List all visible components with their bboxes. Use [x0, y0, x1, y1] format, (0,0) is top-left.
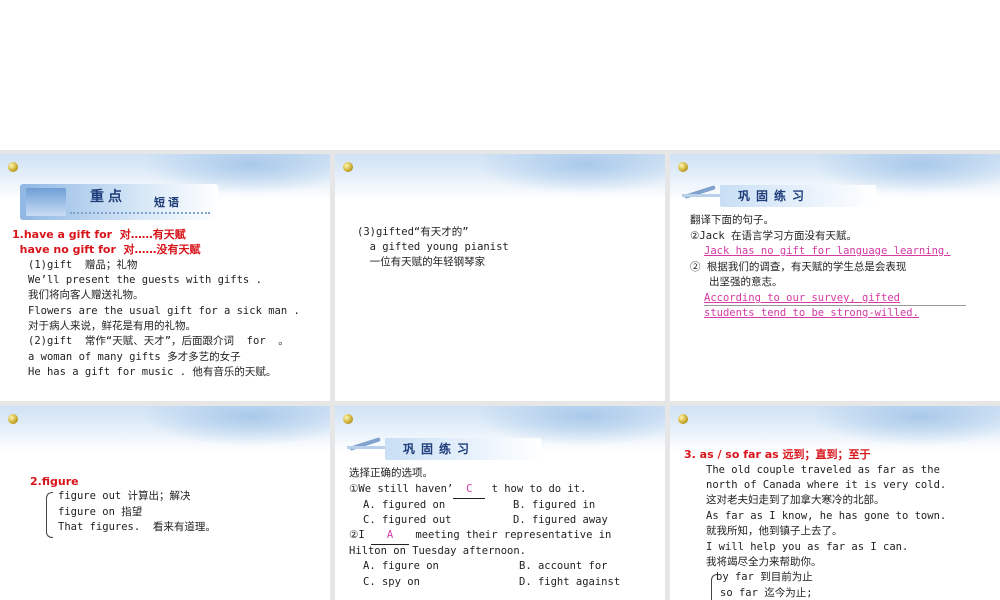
- pen-icon: [682, 184, 720, 200]
- option: A. figure on: [363, 560, 439, 572]
- body-line: north of Canada where it is very cold.: [706, 479, 947, 491]
- question-2-line-1: ② 根据我们的调查，有天赋的学生总是会表现: [690, 261, 907, 273]
- slide-1[interactable]: 重点 短语 1.have a gift for 对……有天赋 have no g…: [0, 154, 330, 401]
- body-line: 一位有天赋的年轻钢琴家: [357, 256, 486, 268]
- body-line: 就我所知，他到镇子上去了。: [706, 525, 843, 537]
- slide-2[interactable]: (3)gifted“有天才的” a gifted young pianist 一…: [335, 154, 665, 401]
- bullet-icon: [343, 162, 353, 172]
- practice-banner: 巩固练习: [385, 438, 541, 460]
- slide-6[interactable]: 3. as / so far as 远到；直到；至于 The old coupl…: [670, 406, 1000, 600]
- brace-item: so far 迄今为止;: [720, 587, 813, 599]
- body-line: 我将竭尽全力来帮助你。: [706, 556, 822, 568]
- brace-item: by far 到目前为止: [716, 571, 813, 583]
- question-1: ①We still haven’ C t how to do it.: [349, 482, 586, 499]
- option: A. figured on: [363, 499, 446, 511]
- figure-item: That figures. 看来有道理。: [58, 521, 216, 533]
- body-line: We’ll present the guests with gifts .: [28, 274, 262, 286]
- pen-icon: [347, 436, 385, 452]
- phrase-heading-2: have no gift for 对……没有天赋: [12, 243, 201, 256]
- badge-main-text: 重点: [90, 189, 126, 205]
- practice-banner: 巩固练习: [720, 185, 876, 207]
- building-icon: [26, 188, 66, 216]
- phrase-heading-1: 1.have a gift for 对……有天赋: [12, 228, 186, 241]
- option: D. fight against: [519, 576, 621, 588]
- body-line: (1)gift 赠品；礼物: [28, 259, 138, 271]
- answer-1: Jack has no gift for language learning.: [704, 245, 951, 257]
- option: C. figured out: [363, 514, 452, 526]
- section-heading: 2.figure: [30, 475, 79, 488]
- bullet-icon: [678, 162, 688, 172]
- body-line: 对于病人来说，鲜花是有用的礼物。: [28, 320, 196, 332]
- bullet-icon: [8, 162, 18, 172]
- instruction: 翻译下面的句子。: [690, 214, 774, 226]
- answer-2-line-2: students tend to be strong-willed.: [704, 307, 919, 319]
- option: D. figured away: [513, 514, 608, 526]
- slide-5[interactable]: 巩固练习 选择正确的选项。 ①We still haven’ C t how to…: [335, 406, 665, 600]
- body-line: I will help you as far as I can.: [706, 541, 909, 553]
- option: C. spy on: [363, 576, 420, 588]
- figure-item: figure on 指望: [58, 506, 143, 518]
- body-line: The old couple traveled as far as the: [706, 464, 940, 476]
- option: B. account for: [519, 560, 608, 572]
- question-2-line-2: Hilton on Tuesday afternoon.: [349, 545, 527, 557]
- body-line: a gifted young pianist: [357, 241, 509, 253]
- body-line: As far as I know, he has gone to town.: [706, 510, 947, 522]
- bullet-icon: [678, 414, 688, 424]
- body-line: a woman of many gifts 多才多艺的女子: [28, 351, 241, 363]
- body-line: 这对老夫妇走到了加拿大寒冷的北部。: [706, 494, 885, 506]
- question-2: ②I A meeting their representative in: [349, 528, 611, 545]
- answer-blank-1: C: [453, 482, 486, 499]
- option: B. figured in: [513, 499, 596, 511]
- bullet-icon: [343, 414, 353, 424]
- question-2-line-2: 出坚强的意志。: [690, 276, 783, 288]
- badge-sub-text: 短语: [154, 196, 182, 209]
- wave-decoration: [70, 212, 210, 218]
- figure-item: figure out 计算出；解决: [58, 490, 191, 502]
- body-line: (2)gift 常作“天赋、天才”，后面跟介词 for 。: [28, 335, 289, 347]
- bullet-icon: [8, 414, 18, 424]
- section-heading: 3. as / so far as 远到；直到；至于: [684, 448, 871, 461]
- body-line: He has a gift for music . 他有音乐的天赋。: [28, 366, 277, 378]
- answer-blank-2: A: [371, 528, 410, 545]
- slide-3[interactable]: 巩固练习 翻译下面的句子。 ②Jack 在语言学习方面没有天赋。 Jack ha…: [670, 154, 1000, 401]
- instruction: 选择正确的选项。: [349, 467, 433, 479]
- key-phrase-badge: 重点 短语: [20, 184, 218, 220]
- question-1: ②Jack 在语言学习方面没有天赋。: [690, 230, 858, 242]
- banner-title: 巩固练习: [403, 442, 476, 456]
- slide-4[interactable]: 2.figure figure out 计算出；解决 figure on 指望 …: [0, 406, 330, 600]
- body-line: (3)gifted“有天才的”: [357, 226, 469, 238]
- body-line: 我们将向客人赠送礼物。: [28, 289, 144, 301]
- brace-decoration: [46, 492, 53, 538]
- banner-title: 巩固练习: [738, 189, 811, 203]
- body-line: Flowers are the usual gift for a sick ma…: [28, 305, 300, 317]
